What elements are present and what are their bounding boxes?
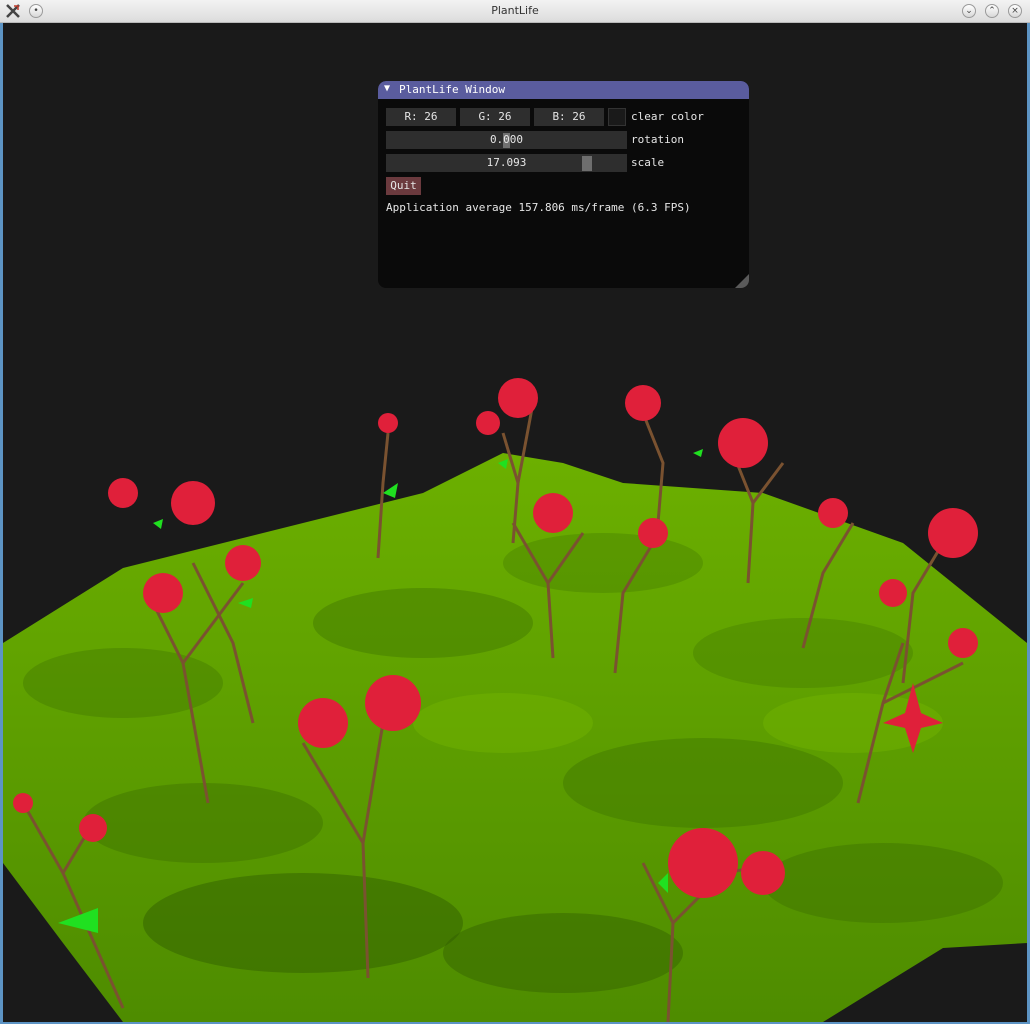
scale-label: scale xyxy=(631,156,665,169)
collapse-icon[interactable]: ▼ xyxy=(384,83,390,94)
color-r-field[interactable]: R: 26 xyxy=(386,108,456,126)
resize-grip-icon[interactable] xyxy=(735,274,749,288)
scale-slider[interactable]: 17.093 xyxy=(386,154,627,172)
window-titlebar[interactable]: • PlantLife ⌄ ⌃ × xyxy=(0,0,1030,23)
rotation-label: rotation xyxy=(631,133,684,146)
imgui-panel-header[interactable]: ▼ PlantLife Window xyxy=(378,81,749,99)
window-title: PlantLife xyxy=(491,4,539,17)
fps-text: Application average 157.806 ms/frame (6.… xyxy=(386,201,691,214)
scale-slider-grab[interactable] xyxy=(582,155,592,171)
close-icon[interactable]: × xyxy=(1008,4,1022,18)
color-b-field[interactable]: B: 26 xyxy=(534,108,604,126)
quit-button[interactable]: Quit xyxy=(386,177,421,195)
color-swatch[interactable] xyxy=(608,108,626,126)
maximize-icon[interactable]: ⌃ xyxy=(985,4,999,18)
imgui-panel-title: PlantLife Window xyxy=(399,83,505,96)
rotation-value: 0.000 xyxy=(489,133,524,146)
clear-color-label: clear color xyxy=(631,110,704,123)
minimize-icon[interactable]: ⌄ xyxy=(962,4,976,18)
rotation-slider[interactable]: 0.000 xyxy=(386,131,627,149)
imgui-panel[interactable]: ▼ PlantLife Window R: 26 G: 26 B: 26 cle… xyxy=(378,81,749,288)
color-g-field[interactable]: G: 26 xyxy=(460,108,530,126)
scale-value: 17.093 xyxy=(486,156,527,169)
